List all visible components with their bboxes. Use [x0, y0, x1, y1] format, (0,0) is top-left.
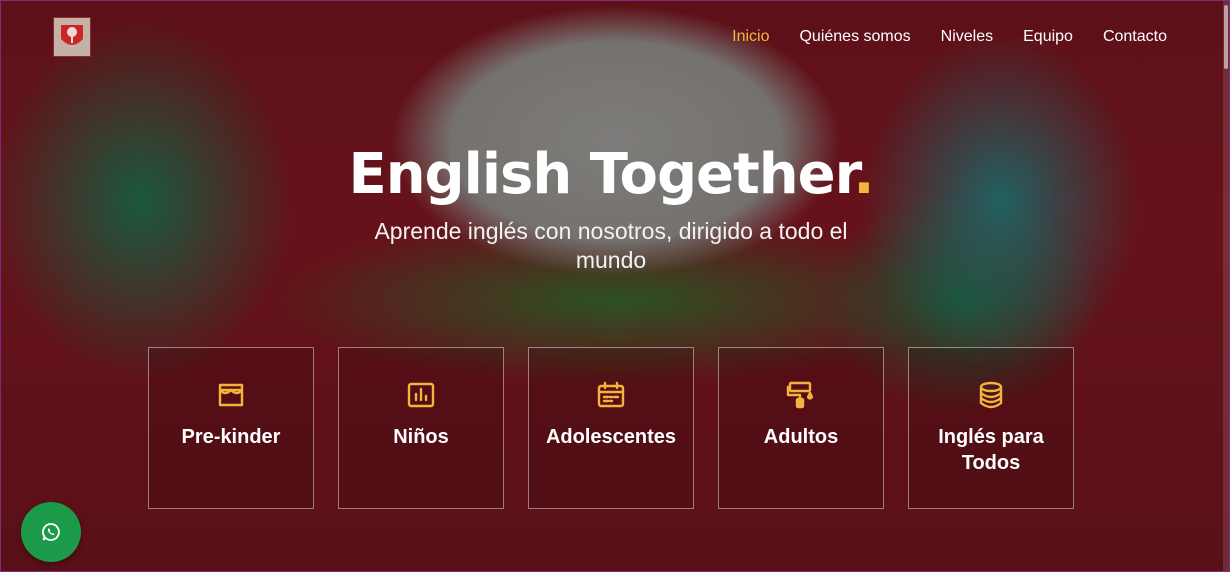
main-nav: Inicio Quiénes somos Niveles Equipo Cont… — [732, 27, 1167, 47]
nav-quienes-somos[interactable]: Quiénes somos — [799, 27, 910, 47]
whatsapp-icon — [42, 523, 60, 541]
level-label: Adolescentes — [545, 426, 677, 448]
page: Inicio Quiénes somos Niveles Equipo Cont… — [0, 0, 1230, 572]
nav-equipo[interactable]: Equipo — [1023, 27, 1073, 47]
tree-logo-icon — [61, 25, 83, 45]
levels-grid: Pre-kinder Niños Adolescentes Adultos In… — [148, 347, 1074, 509]
site-logo[interactable] — [53, 17, 91, 57]
nav-niveles[interactable]: Niveles — [941, 27, 993, 47]
level-card-ninos[interactable]: Niños — [338, 347, 504, 509]
level-label: Adultos — [763, 426, 839, 448]
calendar-icon — [597, 381, 625, 408]
scrollbar-thumb[interactable] — [1224, 5, 1228, 69]
nav-contacto[interactable]: Contacto — [1103, 27, 1167, 47]
level-card-pre-kinder[interactable]: Pre-kinder — [148, 347, 314, 509]
scrollbar-track[interactable] — [1223, 1, 1229, 571]
hero-title: English Together. — [1, 141, 1221, 209]
whatsapp-button[interactable] — [21, 502, 81, 562]
database-icon — [979, 381, 1003, 409]
paint-roller-icon — [786, 381, 814, 409]
level-label: Niños — [393, 426, 449, 448]
store-icon — [218, 383, 244, 407]
hero-subtitle: Aprende inglés con nosotros, dirigido a … — [374, 218, 848, 273]
level-card-adolescentes[interactable]: Adolescentes — [528, 347, 694, 509]
level-card-adultos[interactable]: Adultos — [718, 347, 884, 509]
level-label: Pre-kinder — [181, 426, 281, 448]
level-card-ingles-para-todos[interactable]: Inglés para Todos — [908, 347, 1074, 509]
hero-title-dot: . — [853, 142, 874, 207]
hero-title-text: English Together — [348, 142, 854, 207]
level-label: Inglés para Todos — [938, 426, 1044, 474]
bar-chart-icon — [407, 382, 435, 408]
nav-inicio[interactable]: Inicio — [732, 27, 769, 47]
